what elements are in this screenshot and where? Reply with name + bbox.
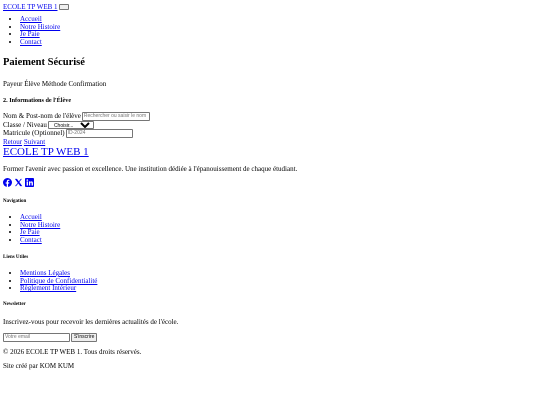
social-links (3, 178, 34, 187)
menu-toggle-button[interactable] (58, 4, 69, 11)
newsletter-email-input[interactable] (3, 332, 70, 342)
footer-nav: Accueil Notre Histoire Je Paie Contact (3, 213, 60, 244)
footer-title[interactable]: ECOLE TP WEB 1 (3, 146, 89, 159)
linkedin-icon (25, 178, 34, 187)
name-label: Nom & Post-nom de l'élève (3, 111, 81, 120)
form-nav: Retour Suivant (3, 138, 45, 146)
footer-nav-contact[interactable]: Contact (20, 236, 42, 244)
facebook-icon (3, 178, 12, 187)
page-title: Paiement Sécurisé (3, 57, 85, 68)
nav-item-contact[interactable]: Contact (20, 38, 42, 46)
matricule-input[interactable] (65, 128, 133, 138)
header-nav: Accueil Notre Histoire Je Paie Contact (3, 15, 60, 46)
step-indicator: Payeur Élève Méthode Confirmation (3, 80, 107, 88)
back-link[interactable]: Retour (3, 138, 22, 146)
copyright: © 2026 ECOLE TP WEB 1. Tous droits réser… (3, 348, 142, 356)
class-label: Classe / Niveau (3, 120, 47, 129)
linkedin-link[interactable] (25, 178, 34, 187)
newsletter-form: S'inscrire (3, 332, 98, 342)
class-row: Classe / Niveau Choisir... (3, 121, 94, 129)
footer-tagline: Former l'avenir avec passion et excellen… (3, 165, 298, 173)
student-name-input[interactable] (81, 111, 150, 121)
link-reglement[interactable]: Règlement Intérieur (20, 284, 76, 292)
section-title: 2. Informations de l'Élève (3, 97, 72, 104)
matricule-label: Matricule (Optionnel) (3, 128, 65, 137)
matricule-row: Matricule (Optionnel) (3, 128, 133, 138)
site-credit: Site créé par KOM KUM (3, 362, 75, 370)
subscribe-button[interactable]: S'inscrire (71, 332, 98, 342)
useful-links-title: Liens Utiles (3, 255, 29, 260)
newsletter-text: Inscrivez-vous pour recevoir les dernièr… (3, 318, 179, 326)
facebook-link[interactable] (3, 178, 12, 187)
logo-link[interactable]: ECOLE TP WEB 1 (3, 3, 58, 11)
footer-nav-title: Navigation (3, 199, 27, 204)
x-link[interactable] (14, 178, 23, 187)
useful-links: Mentions Légales Politique de Confidenti… (3, 269, 97, 293)
next-link[interactable]: Suivant (24, 138, 45, 146)
newsletter-title: Newsletter (3, 302, 26, 307)
class-select[interactable]: Choisir... (47, 121, 94, 129)
name-row: Nom & Post-nom de l'élève (3, 111, 150, 121)
site-header: ECOLE TP WEB 1 (3, 3, 69, 11)
x-icon (14, 178, 23, 187)
